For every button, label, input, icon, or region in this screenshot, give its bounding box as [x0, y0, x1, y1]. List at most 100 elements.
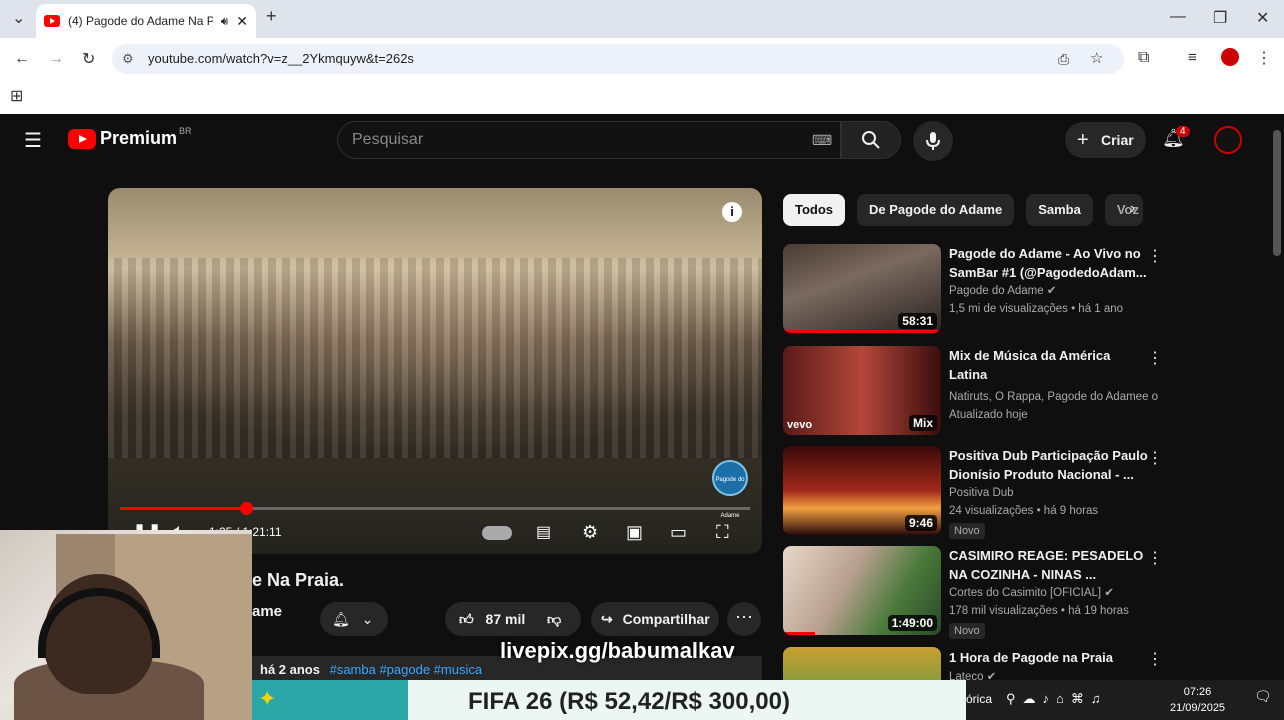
more-actions-button[interactable]: ⋯: [727, 602, 761, 636]
thumbs-up-icon: 👍︎: [459, 611, 474, 627]
video-thumbnail[interactable]: 1:49:00: [783, 546, 941, 635]
theater-mode-icon[interactable]: ▭: [670, 522, 687, 543]
media-control-icon[interactable]: ≡: [1188, 49, 1197, 66]
profile-avatar[interactable]: [1221, 48, 1239, 66]
account-avatar[interactable]: [1214, 126, 1242, 154]
create-button[interactable]: + Criar: [1065, 122, 1146, 158]
tray-icons[interactable]: ⚲☁♪⌂⌘♫: [1006, 691, 1108, 707]
recommendation-item[interactable]: 58:31 Pagode do Adame - Ao Vivo no SamBa…: [783, 244, 1163, 336]
chip-samba[interactable]: Samba: [1026, 194, 1093, 226]
recommendation-item[interactable]: vevo Mix Mix de Música da América Latina…: [783, 346, 1163, 438]
scrollbar-thumb[interactable]: [1273, 130, 1281, 256]
notification-center-icon[interactable]: 🗨︎: [1254, 688, 1276, 710]
verified-icon: ✔︎: [1046, 285, 1057, 297]
progress-bar[interactable]: [120, 502, 750, 515]
video-thumbnail[interactable]: [783, 647, 941, 680]
back-icon[interactable]: ←: [14, 50, 30, 68]
create-label: Criar: [1101, 132, 1134, 148]
taskbar-partial-label[interactable]: órica: [966, 692, 992, 706]
new-tab-icon[interactable]: +: [266, 6, 277, 27]
recommendation-stats: 178 mil visualizações • há 19 horas: [949, 605, 1129, 617]
minimize-icon[interactable]: —: [1170, 8, 1186, 26]
video-thumbnail[interactable]: vevo Mix: [783, 346, 941, 435]
donation-goal-text: FIFA 26 (R$ 52,42/R$ 300,00): [468, 688, 790, 715]
subtitles-icon[interactable]: ▤: [536, 522, 551, 542]
chip-voz[interactable]: Voz: [1104, 194, 1143, 226]
restore-icon[interactable]: ❐: [1213, 8, 1227, 28]
bookmarks-bar: ⊞: [0, 80, 1284, 114]
chip-todos[interactable]: Todos: [783, 194, 846, 226]
more-options-icon[interactable]: ⋮: [1147, 246, 1163, 266]
thumbs-down-icon[interactable]: 👎︎: [547, 602, 561, 636]
more-options-icon[interactable]: ⋮: [1147, 548, 1163, 568]
reload-icon[interactable]: ↻: [82, 49, 95, 69]
chevron-right-icon[interactable]: ›: [1130, 200, 1135, 218]
voice-search-button[interactable]: [913, 121, 953, 161]
miniplayer-icon[interactable]: ▣: [626, 522, 643, 543]
search-placeholder: Pesquisar: [352, 131, 424, 148]
system-clock[interactable]: 07:26 21/09/2025: [1170, 684, 1225, 716]
settings-gear-icon[interactable]: ⚙: [582, 522, 598, 543]
like-count: 87 mil: [485, 611, 526, 627]
recommendation-item[interactable]: 1:49:00 CASIMIRO REAGE: PESADELO NA COZI…: [783, 546, 1163, 639]
forward-icon[interactable]: →: [48, 50, 64, 68]
share-icon: ↪: [601, 611, 613, 627]
clock-date: 21/09/2025: [1170, 702, 1226, 714]
tab-search-icon[interactable]: ⌄: [12, 8, 25, 28]
banner-accent: ✦: [252, 680, 408, 720]
channel-name[interactable]: ame: [252, 603, 282, 620]
sparkle-icon: ✦: [258, 686, 277, 711]
share-label: Compartilhar: [622, 611, 710, 627]
recommendation-channel: Natiruts, O Rappa, Pagode do Adamee o...: [949, 391, 1159, 403]
more-options-icon[interactable]: ⋮: [1147, 448, 1163, 468]
hashtags[interactable]: #samba #pagode #musica: [330, 662, 483, 677]
search-input[interactable]: Pesquisar ⌨: [337, 121, 841, 159]
recommendation-title[interactable]: Mix de Música da América Latina: [949, 346, 1149, 384]
share-button[interactable]: ↪ Compartilhar: [591, 602, 719, 636]
recommendation-channel: Pagode do Adame ✔︎: [949, 282, 1159, 300]
autoplay-toggle[interactable]: [482, 526, 512, 540]
page-scrollbar[interactable]: [1270, 114, 1284, 680]
browser-tab[interactable]: (4) Pagode do Adame Na P 🔊︎ ✕: [36, 4, 256, 38]
recommendation-title[interactable]: CASIMIRO REAGE: PESADELO NA COZINHA - NI…: [949, 546, 1149, 584]
extensions-icon[interactable]: ⧉: [1138, 49, 1149, 67]
recommendation-title[interactable]: 1 Hora de Pagode na Praia: [949, 648, 1149, 667]
recommendation-item[interactable]: 1 Hora de Pagode na Praia Lateco ✔︎ ⋮: [783, 647, 1163, 680]
close-window-icon[interactable]: ✕: [1256, 8, 1269, 28]
browser-menu-icon[interactable]: ⋮: [1256, 48, 1272, 68]
subscribe-bell-button[interactable]: 🔔︎ ⌄: [320, 602, 388, 636]
mix-badge: Mix: [908, 415, 937, 431]
chip-de-pagode-do-adame[interactable]: De Pagode do Adame: [857, 194, 1015, 226]
guide-menu-icon[interactable]: ☰: [24, 128, 42, 153]
tab-title: (4) Pagode do Adame Na P: [68, 14, 213, 28]
keyboard-icon[interactable]: ⌨: [812, 122, 832, 158]
search-button[interactable]: [841, 121, 901, 159]
donation-goal-banner: ✦ FIFA 26 (R$ 52,42/R$ 300,00): [252, 680, 966, 720]
bookmark-star-icon[interactable]: ☆: [1090, 44, 1103, 74]
watched-progress: [783, 632, 815, 635]
close-tab-icon[interactable]: ✕: [236, 13, 248, 30]
more-options-icon[interactable]: ⋮: [1147, 649, 1163, 669]
video-thumbnail[interactable]: 9:46: [783, 446, 941, 535]
more-options-icon[interactable]: ⋮: [1147, 348, 1163, 368]
search-icon: [862, 131, 880, 149]
progress-fill: [120, 507, 246, 510]
video-player[interactable]: i Pagode do Adame ❚❚ 🔈︎ 1:25 / 1:21:11 ▤…: [108, 188, 762, 554]
scrubber-handle[interactable]: [240, 502, 253, 515]
youtube-premium-logo[interactable]: Premium BR: [68, 126, 192, 149]
recommendation-item[interactable]: 9:46 Positiva Dub Participação Paulo Dio…: [783, 446, 1163, 539]
vevo-logo: vevo: [787, 419, 813, 431]
url-field[interactable]: ⚙ youtube.com/watch?v=z__2Ykmquyw&t=262s…: [112, 44, 1124, 74]
recommendation-title[interactable]: Pagode do Adame - Ao Vivo no SamBar #1 (…: [949, 244, 1149, 282]
info-icon[interactable]: i: [722, 202, 742, 222]
install-app-icon[interactable]: ⎙: [1058, 44, 1069, 74]
fullscreen-icon[interactable]: ⛶: [716, 522, 729, 543]
recommendation-title[interactable]: Positiva Dub Participação Paulo Dionísio…: [949, 446, 1149, 484]
channel-watermark[interactable]: Pagode do Adame: [712, 460, 748, 519]
recommendation-stats: 1,5 mi de visualizações • há 1 ano: [949, 303, 1124, 315]
apps-grid-icon[interactable]: ⊞: [10, 86, 23, 106]
video-thumbnail[interactable]: 58:31: [783, 244, 941, 333]
site-info-icon[interactable]: ⚙: [122, 44, 134, 74]
like-button[interactable]: 👍︎ 87 mil 👎︎: [445, 602, 581, 636]
speaker-icon[interactable]: 🔊︎: [221, 14, 229, 29]
